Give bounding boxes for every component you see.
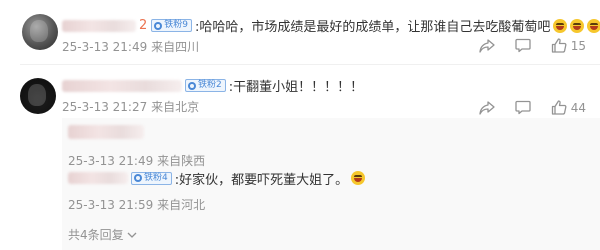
avatar[interactable] [22, 14, 58, 50]
share-icon [479, 100, 495, 115]
grin-emoji [553, 18, 568, 33]
more-replies-link[interactable]: 共4条回复 [68, 226, 137, 243]
comment-icon [515, 38, 531, 53]
thumbs-up-icon [551, 100, 567, 115]
comment-time: 25-3-13 21:49 [62, 40, 148, 54]
username-redacted[interactable] [62, 19, 136, 32]
reply-text: :好家伙，都要吓死董大姐了。 [174, 172, 349, 188]
reply-time: 25-3-13 21:49 [68, 154, 154, 168]
badge-icon [188, 81, 196, 90]
grin-emoji [587, 18, 600, 33]
share-icon [479, 38, 495, 53]
reply-item: 25-3-13 21:49 来自陕西 [68, 124, 205, 169]
badge-icon [154, 21, 163, 30]
like-button[interactable]: 44 [551, 100, 586, 115]
comment-time: 25-3-13 21:27 [62, 100, 148, 114]
reply-list: 25-3-13 21:49 来自陕西 铁粉4 :好家伙，都要吓死董大姐了。 25… [62, 118, 600, 250]
comment-button[interactable] [515, 100, 531, 115]
reply-meta: 25-3-13 21:49 来自陕西 [68, 152, 205, 169]
reply-time: 25-3-13 21:59 [68, 198, 154, 212]
like-count: 15 [570, 38, 586, 53]
username[interactable]: 2 [139, 18, 147, 33]
avatar[interactable] [20, 78, 56, 114]
fan-badge[interactable]: 铁粉4 [131, 171, 172, 185]
reply-item: 铁粉4 :好家伙，都要吓死董大姐了。 25-3-13 21:59 来自河北 [68, 170, 366, 213]
comment-location: 来自北京 [151, 100, 200, 114]
chevron-down-icon [127, 232, 137, 238]
thumbs-up-icon [551, 38, 567, 53]
fan-badge-label: 铁粉2 [198, 80, 222, 90]
share-button[interactable] [479, 38, 495, 53]
comment-location: 来自四川 [151, 40, 200, 54]
comment-item: 2 铁粉9 :哈哈哈，市场成绩是最好的成绩单，让那谁自己去吃酸葡萄吧 25-3-… [0, 0, 600, 62]
username-redacted[interactable] [62, 79, 182, 92]
comment-meta: 25-3-13 21:49 来自四川 [62, 38, 199, 55]
reply-line [68, 124, 205, 140]
comment-line: 铁粉2 :干翻董小姐！！！！！ [62, 76, 363, 95]
grin-emoji [570, 18, 585, 33]
comment-actions: 15 [459, 38, 586, 53]
comment-item: 铁粉2 :干翻董小姐！！！！！ 25-3-13 21:27 来自北京 44 [0, 68, 600, 120]
fan-badge[interactable]: 铁粉9 [151, 19, 193, 32]
comment-button[interactable] [515, 38, 531, 53]
reply-location: 来自河北 [157, 198, 206, 212]
grin-emoji [351, 171, 366, 185]
comment-text: :哈哈哈，市场成绩是最好的成绩单，让那谁自己去吃酸葡萄吧 [195, 20, 551, 35]
username-redacted[interactable] [68, 125, 144, 139]
comment-line: 2 铁粉9 :哈哈哈，市场成绩是最好的成绩单，让那谁自己去吃酸葡萄吧 [62, 16, 600, 35]
reply-meta: 25-3-13 21:59 来自河北 [68, 196, 365, 213]
more-replies-label: 共4条回复 [68, 228, 124, 242]
comment-actions: 44 [459, 100, 586, 115]
username-redacted[interactable] [68, 172, 128, 184]
reply-location: 来自陕西 [157, 154, 206, 168]
comment-meta: 25-3-13 21:27 来自北京 [62, 98, 199, 115]
fan-badge[interactable]: 铁粉2 [185, 79, 226, 92]
like-button[interactable]: 15 [551, 38, 586, 53]
fan-badge-label: 铁粉4 [144, 172, 168, 183]
badge-icon [134, 174, 142, 182]
share-button[interactable] [479, 100, 495, 115]
like-count: 44 [570, 100, 586, 115]
comment-text: :干翻董小姐！！！！！ [228, 80, 364, 95]
fan-badge-label: 铁粉9 [164, 20, 189, 30]
divider [20, 64, 600, 65]
reply-line: 铁粉4 :好家伙，都要吓死董大姐了。 [68, 170, 366, 188]
comment-icon [515, 100, 531, 115]
